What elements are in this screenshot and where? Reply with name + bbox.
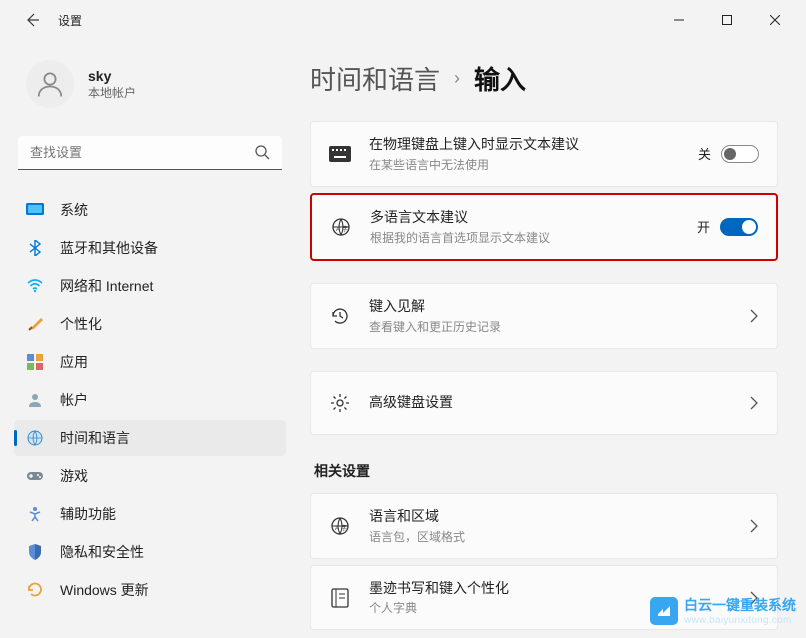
watermark-url: www.baiyunxitong.com (684, 615, 796, 626)
sidebar-item-label: 辅助功能 (60, 504, 116, 524)
card-text-suggestions[interactable]: 在物理键盘上键入时显示文本建议 在某些语言中无法使用 关 (310, 121, 778, 187)
apps-icon (26, 353, 44, 371)
sidebar-item-label: 隐私和安全性 (60, 542, 144, 562)
card-title: 高级键盘设置 (369, 393, 749, 412)
wifi-icon (26, 277, 44, 295)
chevron-right-icon (749, 309, 759, 323)
maximize-button[interactable] (704, 4, 750, 36)
sidebar-item-label: 游戏 (60, 466, 88, 486)
text-suggestions-toggle[interactable] (721, 145, 759, 163)
user-name: sky (88, 68, 136, 84)
breadcrumb-parent[interactable]: 时间和语言 (310, 60, 440, 97)
svg-text:字: 字 (342, 225, 348, 233)
toggle-label: 开 (697, 217, 710, 236)
globe-clock-icon (26, 429, 44, 447)
chevron-right-icon (749, 396, 759, 410)
chevron-right-icon: › (454, 68, 460, 89)
sidebar-item-bluetooth[interactable]: 蓝牙和其他设备 (14, 230, 286, 266)
card-sub: 根据我的语言首选项显示文本建议 (370, 229, 697, 246)
sidebar-item-label: Windows 更新 (60, 580, 149, 600)
sidebar-item-network[interactable]: 网络和 Internet (14, 268, 286, 304)
sidebar-item-windows-update[interactable]: Windows 更新 (14, 572, 286, 608)
globe-language-icon: A字 (329, 516, 351, 536)
related-settings-header: 相关设置 (314, 461, 778, 481)
history-icon (329, 306, 351, 326)
sidebar-item-apps[interactable]: 应用 (14, 344, 286, 380)
sidebar-item-gaming[interactable]: 游戏 (14, 458, 286, 494)
minimize-button[interactable] (656, 4, 702, 36)
sidebar-item-privacy[interactable]: 隐私和安全性 (14, 534, 286, 570)
sidebar-item-personalization[interactable]: 个性化 (14, 306, 286, 342)
shield-icon (26, 543, 44, 561)
gear-icon (329, 393, 351, 413)
person-icon (26, 391, 44, 409)
breadcrumb: 时间和语言 › 输入 (310, 60, 778, 97)
sidebar-item-label: 系统 (60, 200, 88, 220)
card-typing-insights[interactable]: 键入见解 查看键入和更正历史记录 (310, 283, 778, 349)
sidebar-item-label: 网络和 Internet (60, 276, 153, 296)
sidebar-item-label: 时间和语言 (60, 428, 130, 448)
svg-text:A: A (335, 526, 339, 532)
sidebar-item-label: 个性化 (60, 314, 102, 334)
svg-text:字: 字 (341, 524, 347, 532)
card-title: 在物理键盘上键入时显示文本建议 (369, 135, 698, 154)
card-title: 语言和区域 (369, 507, 749, 526)
breadcrumb-current: 输入 (474, 60, 526, 97)
card-title: 多语言文本建议 (370, 208, 697, 227)
card-multi-lang-suggestions[interactable]: A字 多语言文本建议 根据我的语言首选项显示文本建议 开 (310, 193, 778, 261)
card-advanced-keyboard[interactable]: 高级键盘设置 (310, 371, 778, 435)
card-language-region[interactable]: A字 语言和区域 语言包，区域格式 (310, 493, 778, 559)
sidebar-item-accessibility[interactable]: 辅助功能 (14, 496, 286, 532)
search-icon (254, 144, 270, 165)
sidebar-item-label: 蓝牙和其他设备 (60, 238, 158, 258)
language-icon: A字 (330, 217, 352, 237)
card-sub: 语言包，区域格式 (369, 528, 749, 545)
bluetooth-icon (26, 239, 44, 257)
close-button[interactable] (752, 4, 798, 36)
sidebar-item-label: 帐户 (60, 390, 88, 410)
sidebar-item-time-language[interactable]: 时间和语言 (14, 420, 286, 456)
card-sub: 查看键入和更正历史记录 (369, 318, 749, 335)
brush-icon (26, 315, 44, 333)
accessibility-icon (26, 505, 44, 523)
system-icon (26, 201, 44, 219)
svg-text:A: A (336, 227, 340, 233)
gaming-icon (26, 467, 44, 485)
sidebar-item-label: 应用 (60, 352, 88, 372)
search-input[interactable] (18, 136, 282, 170)
watermark: 白云一键重装系统 www.baiyunxitong.com (650, 595, 796, 626)
update-icon (26, 581, 44, 599)
sidebar-item-accounts[interactable]: 帐户 (14, 382, 286, 418)
sidebar-item-system[interactable]: 系统 (14, 192, 286, 228)
watermark-logo (650, 597, 678, 625)
multi-lang-toggle[interactable] (720, 218, 758, 236)
toggle-label: 关 (698, 144, 711, 163)
card-sub: 在某些语言中无法使用 (369, 156, 698, 173)
user-block[interactable]: sky 本地帐户 (14, 50, 286, 118)
dictionary-icon (329, 588, 351, 608)
window-title: 设置 (58, 12, 82, 29)
back-button[interactable] (20, 8, 44, 32)
avatar (26, 60, 74, 108)
user-sub: 本地帐户 (88, 84, 136, 101)
keyboard-icon (329, 146, 351, 162)
card-title: 键入见解 (369, 297, 749, 316)
chevron-right-icon (749, 519, 759, 533)
watermark-brand: 白云一键重装系统 (684, 595, 796, 615)
